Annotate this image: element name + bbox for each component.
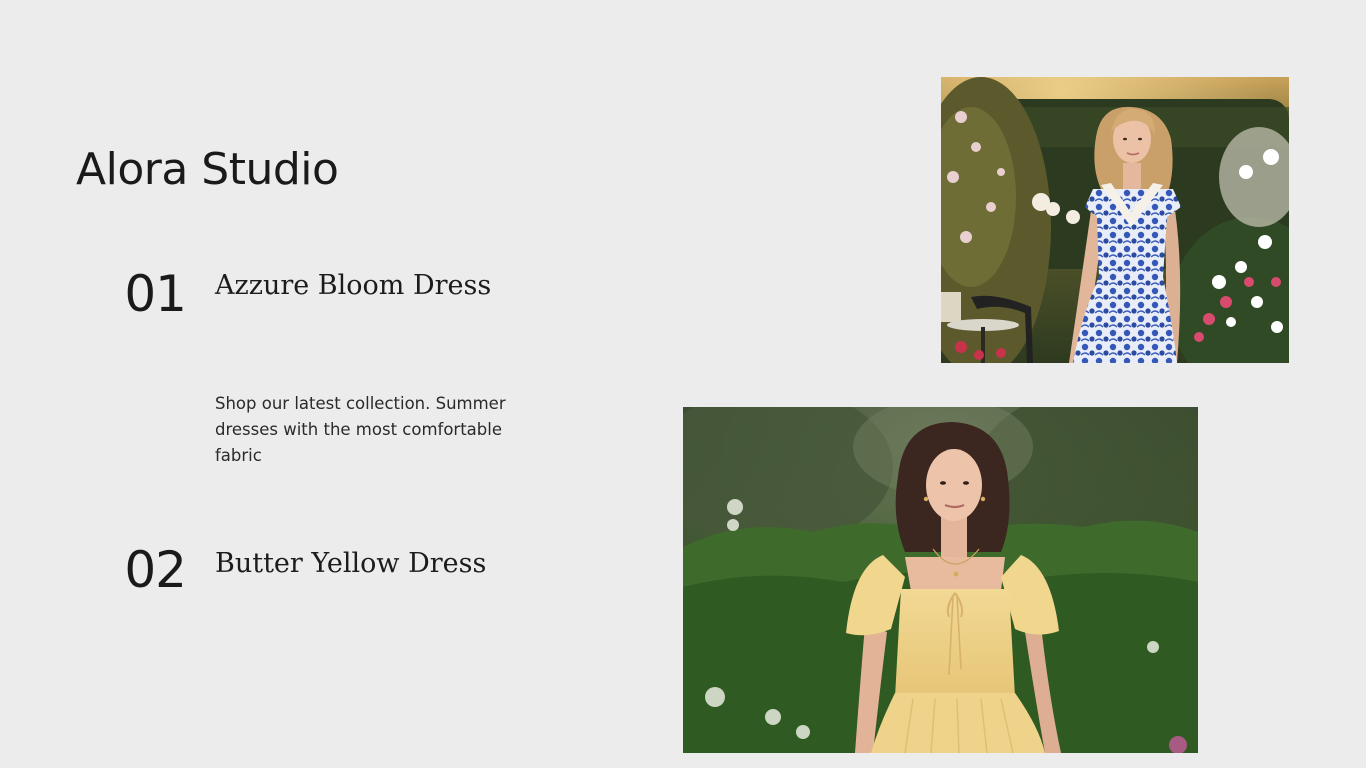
product-title-butter-yellow[interactable]: Butter Yellow Dress — [215, 546, 486, 582]
product-image-butter-yellow[interactable] — [683, 407, 1198, 753]
product-number: 01 — [124, 265, 187, 323]
product-title-azzure-bloom[interactable]: Azzure Bloom Dress — [215, 268, 491, 304]
product-image-azzure-bloom[interactable] — [941, 77, 1289, 363]
product-description: Shop our latest collection. Summer dress… — [215, 394, 506, 465]
product-number: 02 — [124, 541, 187, 599]
brand-title: Alora Studio — [76, 144, 339, 195]
